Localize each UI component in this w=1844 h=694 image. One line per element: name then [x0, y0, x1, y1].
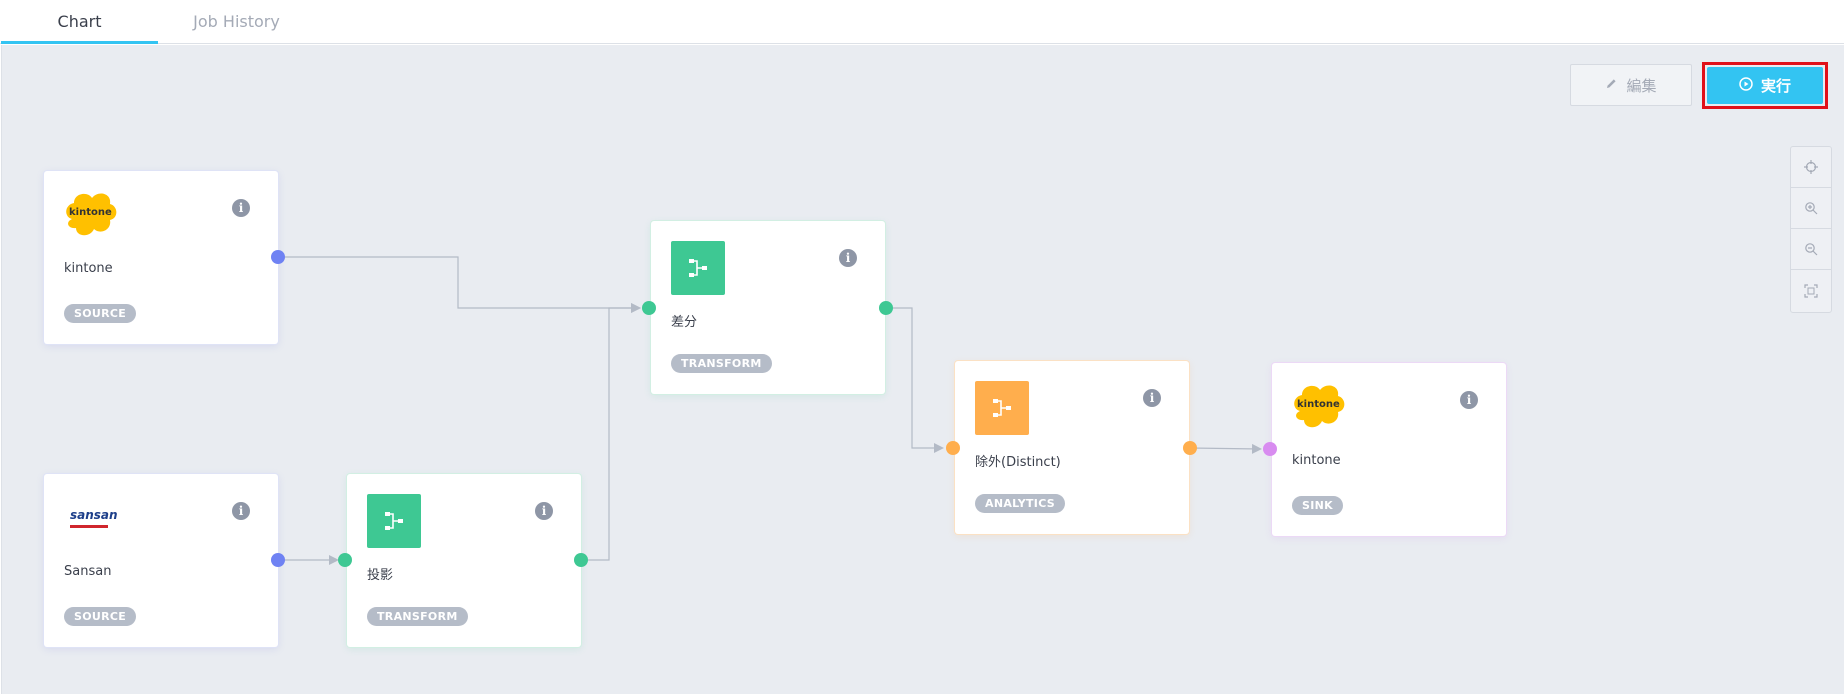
kintone-logo: kintone — [1290, 381, 1348, 433]
fit-screen-icon[interactable] — [1791, 270, 1831, 311]
node-type-badge: SINK — [1292, 496, 1343, 515]
node-type-badge: SOURCE — [64, 304, 137, 323]
node-distinct[interactable]: i 除外(Distinct) ANALYTICS — [955, 361, 1189, 534]
info-icon[interactable]: i — [1143, 389, 1161, 407]
output-port[interactable] — [271, 553, 285, 567]
tab-chart[interactable]: Chart — [1, 0, 158, 44]
info-icon[interactable]: i — [232, 502, 250, 520]
sansan-logo: sansan — [70, 508, 118, 528]
output-port[interactable] — [574, 553, 588, 567]
node-label: 投影 — [367, 568, 394, 583]
input-port[interactable] — [946, 441, 960, 455]
node-label: kintone — [1292, 453, 1341, 468]
node-type-badge: SOURCE — [64, 607, 137, 626]
info-icon[interactable]: i — [535, 502, 553, 520]
branch-icon — [975, 381, 1029, 435]
node-label: 除外(Distinct) — [975, 455, 1061, 470]
zoom-in-icon[interactable] — [1791, 188, 1831, 229]
node-kintone-source[interactable]: kintone i kintone SOURCE — [44, 171, 278, 344]
node-label: Sansan — [64, 564, 112, 579]
node-type-badge: TRANSFORM — [367, 607, 468, 626]
input-port[interactable] — [1263, 442, 1277, 456]
run-button[interactable]: 実行 — [1707, 67, 1823, 104]
sansan-logo-text: sansan — [70, 508, 118, 522]
output-port[interactable] — [1183, 441, 1197, 455]
kintone-logo-text: kintone — [69, 207, 112, 218]
node-type-badge: ANALYTICS — [975, 494, 1065, 513]
input-port[interactable] — [642, 301, 656, 315]
tab-job-history[interactable]: Job History — [158, 0, 315, 44]
output-port[interactable] — [879, 301, 893, 315]
node-label: kintone — [64, 261, 113, 276]
info-icon[interactable]: i — [1460, 391, 1478, 409]
node-projection[interactable]: i 投影 TRANSFORM — [347, 474, 581, 647]
info-icon[interactable]: i — [232, 199, 250, 217]
run-button-label: 実行 — [1760, 77, 1791, 95]
node-label: 差分 — [671, 315, 698, 330]
zoom-controls — [1790, 146, 1832, 313]
info-icon[interactable]: i — [839, 249, 857, 267]
kintone-logo: kintone — [62, 189, 120, 241]
node-kintone-sink[interactable]: kintone i kintone SINK — [1272, 363, 1506, 536]
play-circle-icon — [1739, 76, 1753, 95]
input-port[interactable] — [338, 553, 352, 567]
branch-icon — [671, 241, 725, 295]
node-diff[interactable]: i 差分 TRANSFORM — [651, 221, 885, 394]
output-port[interactable] — [271, 250, 285, 264]
branch-icon — [367, 494, 421, 548]
zoom-out-icon[interactable] — [1791, 229, 1831, 270]
tab-bar: Chart Job History — [0, 0, 1844, 44]
node-sansan-source[interactable]: sansan i Sansan SOURCE — [44, 474, 278, 647]
crosshair-icon[interactable] — [1791, 147, 1831, 188]
kintone-logo-text: kintone — [1297, 399, 1340, 410]
edit-button-label: 編集 — [1626, 76, 1657, 95]
edit-button[interactable]: 編集 — [1570, 64, 1692, 106]
pencil-icon — [1605, 76, 1618, 94]
node-type-badge: TRANSFORM — [671, 354, 772, 373]
